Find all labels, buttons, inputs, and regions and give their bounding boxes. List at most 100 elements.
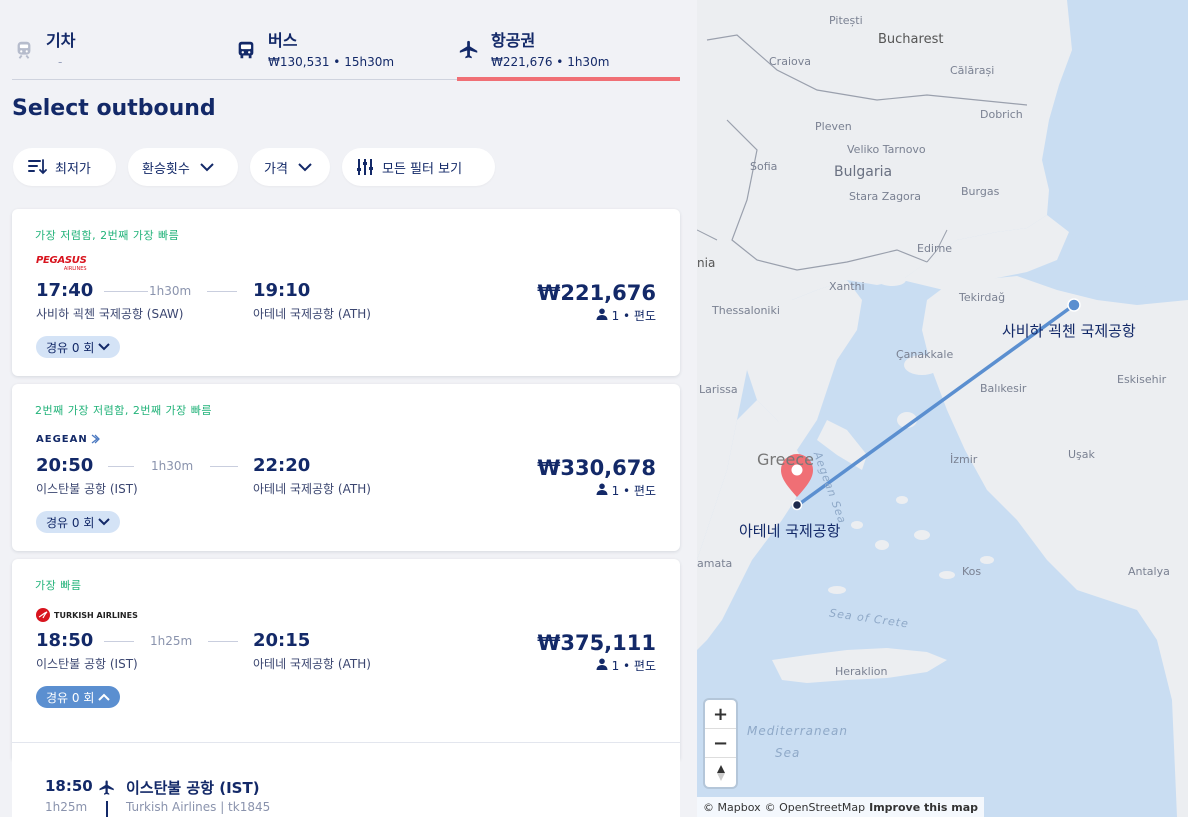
airline-logo-pegasus: PEGASUS AIRLINES	[36, 255, 87, 273]
duration-line	[104, 641, 134, 642]
chevron-up-icon	[98, 690, 111, 704]
map-label: Tekirdağ	[959, 291, 1006, 304]
flight-tags: 2번째 가장 저렴함, 2번째 가장 빠름	[35, 404, 213, 417]
arrival-airport: 아테네 국제공항 (ATH)	[253, 657, 371, 671]
map-label: Thessaloniki	[712, 304, 780, 317]
flight-card-expanded[interactable]: 가장 빠름 TURKISH AIRLINES 18:50 1h25m 20:15…	[12, 559, 680, 759]
all-filters-label: 모든 필터 보기	[382, 161, 463, 177]
passenger-info: 1 • 편도	[596, 307, 656, 324]
map-label: Bulgaria	[834, 164, 893, 180]
map-label: Edirne	[917, 242, 953, 255]
arrival-time: 20:15	[253, 630, 311, 651]
flight-tags: 가장 빠름	[35, 579, 82, 592]
flight-detail: 18:50 1h25m 이스탄불 공항 (IST) Turkish Airlin…	[12, 742, 680, 817]
transfers-label: 환승횟수	[142, 161, 190, 177]
flight-duration: 1h30m	[149, 284, 192, 298]
map-label: Eskisehir	[1117, 373, 1167, 386]
map-label: Craiova	[769, 55, 811, 68]
destination-airport-label: 아테네 국제공항	[739, 522, 841, 540]
detail-time: 18:50	[45, 777, 93, 795]
departure-time: 20:50	[36, 455, 94, 476]
arrival-time: 19:10	[253, 280, 311, 301]
sort-label: 최저가	[55, 161, 91, 177]
person-icon	[596, 658, 608, 673]
transfers-filter[interactable]: 환승횟수	[128, 148, 238, 186]
zoom-controls: + −	[705, 700, 736, 787]
results-panel: 기차 - 버스 ₩130,531 • 15h30m 항공권 ₩221,676 •…	[0, 0, 697, 817]
tab-train-label: 기차	[46, 31, 76, 50]
departure-airport: 이스탄불 공항 (IST)	[36, 657, 138, 671]
chevron-down-icon	[200, 162, 214, 172]
tab-train-sub: -	[58, 55, 63, 69]
mapbox-link[interactable]: © Mapbox	[703, 801, 761, 814]
destination-dot	[791, 499, 803, 511]
map-label: Călărași	[950, 64, 995, 77]
tab-bus[interactable]: 버스 ₩130,531 • 15h30m	[234, 22, 456, 80]
chevron-down-icon	[98, 340, 111, 354]
flight-price: ₩221,676	[537, 281, 656, 305]
map-label: Uşak	[1068, 448, 1095, 461]
arrival-airport: 아테네 국제공항 (ATH)	[253, 482, 371, 496]
duration-line	[108, 466, 134, 467]
tab-bus-sub: ₩130,531 • 15h30m	[268, 55, 395, 69]
stops-toggle[interactable]: 경유 0 회	[36, 686, 121, 708]
osm-link[interactable]: © OpenStreetMap	[765, 801, 866, 814]
map-label: Sofia	[750, 160, 778, 173]
compass-icon	[716, 764, 725, 781]
compass-button[interactable]	[705, 758, 736, 787]
airline-logo-turkish: TURKISH AIRLINES	[36, 606, 138, 624]
origin-airport-label: 사비하 괵첸 국제공항	[1002, 322, 1136, 340]
passenger-info: 1 • 편도	[596, 482, 656, 499]
map-label: Pleven	[815, 120, 852, 133]
transport-tabs: 기차 - 버스 ₩130,531 • 15h30m 항공권 ₩221,676 •…	[12, 22, 680, 81]
departure-airport: 사비하 괵첸 국제공항 (SAW)	[36, 307, 184, 321]
flight-duration: 1h25m	[150, 634, 193, 648]
map-label: Stara Zagora	[849, 190, 922, 203]
tab-train[interactable]: 기차 -	[12, 22, 232, 80]
detail-airport: 이스탄불 공항 (IST)	[126, 779, 260, 797]
zoom-in-button[interactable]: +	[705, 700, 736, 729]
duration-line	[207, 291, 237, 292]
sort-button[interactable]: 최저가	[13, 148, 116, 186]
map-label: Veliko Tarnovo	[847, 143, 926, 156]
flight-card[interactable]: 2번째 가장 저렴함, 2번째 가장 빠름 AEGEAN 20:50 1h30m…	[12, 384, 680, 551]
map-label: Greece	[757, 450, 814, 469]
map-label: amata	[697, 557, 733, 570]
zoom-out-button[interactable]: −	[705, 729, 736, 758]
map-canvas	[697, 0, 1188, 817]
detail-flight-number: Turkish Airlines | tk1845	[126, 800, 271, 814]
arrival-airport: 아테네 국제공항 (ATH)	[253, 307, 371, 321]
active-tab-indicator	[457, 77, 680, 81]
map-label: Bucharest	[878, 32, 944, 47]
plane-icon	[457, 38, 481, 62]
map-label: Heraklion	[835, 665, 888, 678]
flight-tags: 가장 저렴함, 2번째 가장 빠름	[35, 229, 180, 242]
duration-line	[210, 466, 238, 467]
stops-toggle[interactable]: 경유 0 회	[36, 336, 121, 358]
passenger-info: 1 • 편도	[596, 657, 656, 674]
flight-card[interactable]: 가장 저렴함, 2번째 가장 빠름 PEGASUS AIRLINES 17:40…	[12, 209, 680, 376]
map-label: Pitești	[829, 14, 863, 27]
price-filter[interactable]: 가격	[250, 148, 330, 186]
flight-price: ₩375,111	[537, 631, 656, 655]
map-label: Xanthi	[829, 280, 865, 293]
map-label: Sea	[775, 746, 801, 760]
departure-time: 18:50	[36, 630, 94, 651]
train-icon	[12, 38, 36, 62]
map-label: İzmir	[950, 453, 978, 466]
flight-price: ₩330,678	[537, 456, 656, 480]
all-filters-button[interactable]: 모든 필터 보기	[342, 148, 495, 186]
map-label: Kos	[962, 565, 982, 578]
chevron-down-icon	[98, 515, 111, 529]
stops-toggle[interactable]: 경유 0 회	[36, 511, 121, 533]
tab-flight-sub: ₩221,676 • 1h30m	[491, 55, 610, 69]
plane-icon	[98, 779, 116, 801]
improve-map-link[interactable]: Improve this map	[869, 801, 978, 814]
map-label: Antalya	[1128, 565, 1170, 578]
duration-line	[208, 641, 238, 642]
map-label: nia	[697, 256, 716, 270]
page-title: Select outbound	[12, 96, 216, 121]
tab-flight[interactable]: 항공권 ₩221,676 • 1h30m	[457, 22, 680, 81]
person-icon	[596, 483, 608, 498]
route-map[interactable]: Pitești Bucharest Craiova Călărași Dobri…	[697, 0, 1188, 817]
